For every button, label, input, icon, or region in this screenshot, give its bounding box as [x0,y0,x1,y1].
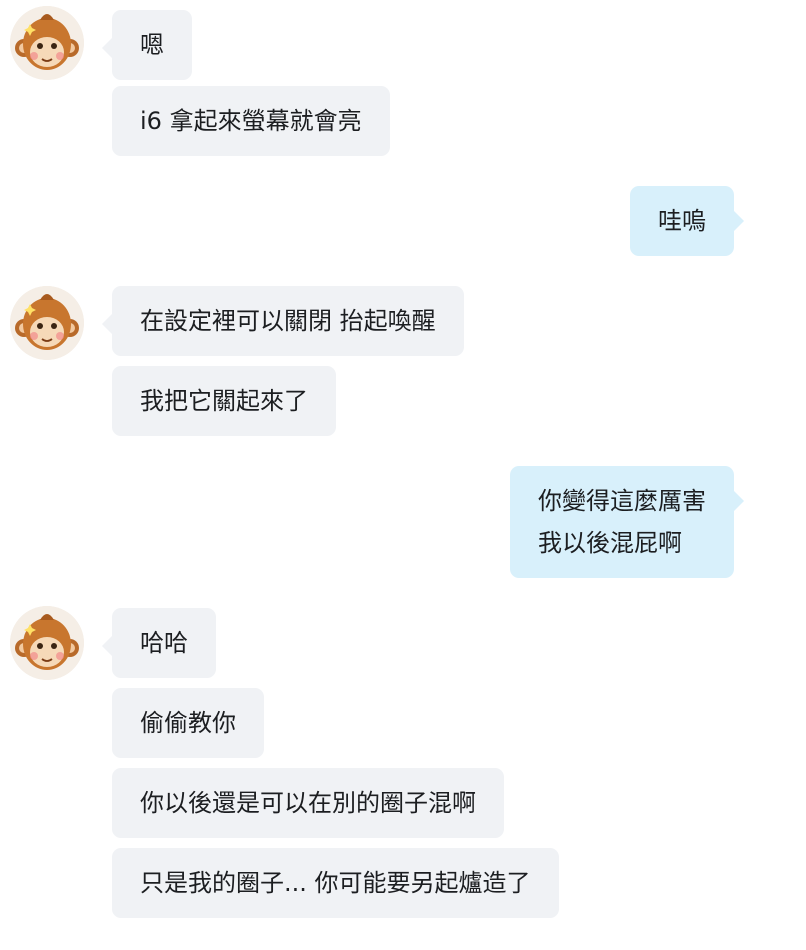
message-text: 在設定裡可以關閉 抬起喚醒 [140,307,436,335]
message-text: 哇嗚 [658,207,706,235]
message-text: i6 拿起來螢幕就會亮 [140,107,362,135]
incoming-message[interactable]: 只是我的圈子... 你可能要另起爐造了 [112,848,559,918]
monkey-avatar-icon[interactable] [10,6,84,80]
message-text: 你以後還是可以在別的圈子混啊 [140,789,476,817]
incoming-message[interactable]: i6 拿起來螢幕就會亮 [112,86,390,156]
incoming-message[interactable]: 偷偷教你 [112,688,264,758]
message-text: 你變得這麼厲害 [538,487,706,515]
message-text: 嗯 [140,31,164,59]
incoming-message[interactable]: 在設定裡可以關閉 抬起喚醒 [102,286,464,356]
chat-thread: 嗯 i6 拿起來螢幕就會亮 哇嗚 在設定裡可以關閉 抬起喚醒 我把它關起來了 你… [0,0,806,950]
outgoing-message[interactable]: 你變得這麼厲害 我以後混屁啊 [510,466,744,578]
message-text: 我以後混屁啊 [538,529,682,557]
outgoing-message[interactable]: 哇嗚 [630,186,744,256]
incoming-message[interactable]: 嗯 [102,10,192,80]
incoming-message[interactable]: 我把它關起來了 [112,366,336,436]
incoming-message[interactable]: 你以後還是可以在別的圈子混啊 [112,768,504,838]
monkey-avatar-icon[interactable] [10,606,84,680]
incoming-message[interactable]: 哈哈 [102,608,216,678]
message-text: 哈哈 [140,629,188,657]
message-text: 只是我的圈子... 你可能要另起爐造了 [140,869,531,897]
message-text: 偷偷教你 [140,709,236,737]
message-text: 我把它關起來了 [140,387,308,415]
monkey-avatar-icon[interactable] [10,286,84,360]
